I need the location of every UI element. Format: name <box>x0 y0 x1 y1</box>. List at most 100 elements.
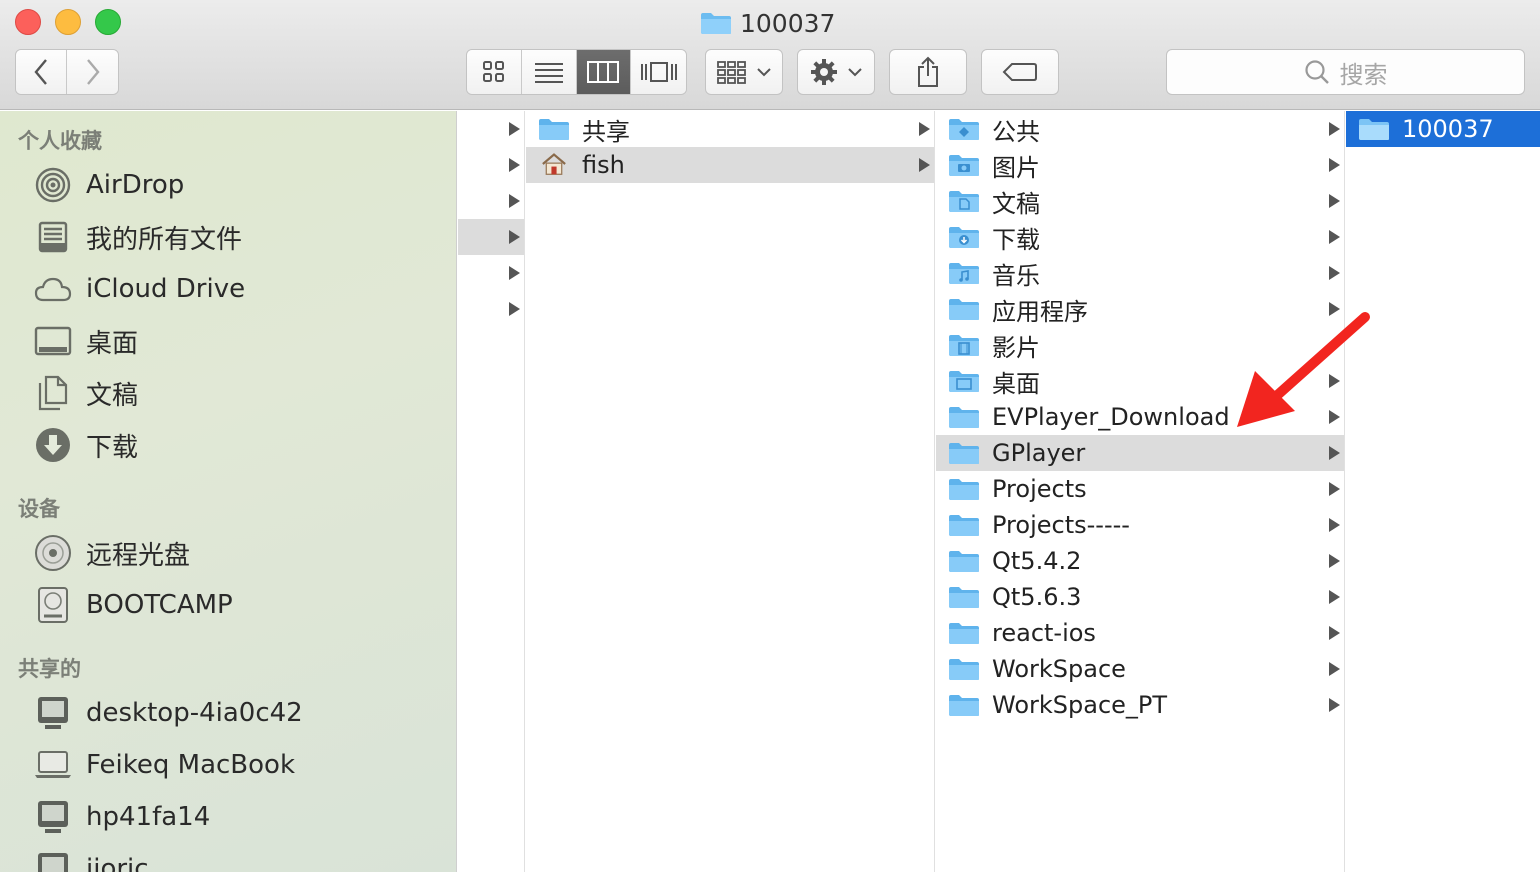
icon-view-button[interactable] <box>467 50 522 94</box>
list-item[interactable] <box>458 291 524 327</box>
list-item-documents[interactable]: 文稿 <box>936 183 1344 219</box>
item-label: Projects <box>992 475 1087 503</box>
list-item[interactable] <box>458 111 524 147</box>
search-placeholder: 搜索 <box>1339 60 1388 89</box>
sidebar-item-desktop[interactable]: 桌面 <box>34 317 138 365</box>
list-item-projects[interactable]: Projects <box>936 471 1344 507</box>
sidebar-item-documents[interactable]: 文稿 <box>34 369 138 417</box>
chevron-right-icon <box>86 59 100 85</box>
disclosure-arrow-icon <box>1329 662 1340 676</box>
desktop-folder-icon <box>949 371 979 392</box>
sidebar-item-bootcamp[interactable]: BOOTCAMP <box>34 581 233 629</box>
column-3: 公共 图片 文稿 下载 音乐 应用程序 影片 桌面 EVPlayer_Downl… <box>936 111 1345 872</box>
pc-icon <box>34 850 72 872</box>
column-2: 共享 fish <box>526 111 935 872</box>
sidebar-item-all-files[interactable]: 我的所有文件 <box>34 213 242 261</box>
disclosure-arrow-icon <box>509 266 520 280</box>
list-item-100037[interactable]: 100037 <box>1346 111 1540 147</box>
disclosure-arrow-icon <box>1329 122 1340 136</box>
close-button[interactable] <box>15 9 41 35</box>
desktop-icon <box>34 322 72 360</box>
item-label: WorkSpace_PT <box>992 691 1168 719</box>
sidebar-item-label: hp41fa14 <box>86 802 211 832</box>
all-files-icon <box>34 218 72 256</box>
zoom-button[interactable] <box>95 9 121 35</box>
disclosure-arrow-icon <box>919 158 930 172</box>
list-item-downloads[interactable]: 下载 <box>936 219 1344 255</box>
tags-button[interactable] <box>981 49 1059 95</box>
column-view-button[interactable] <box>576 50 632 94</box>
sidebar-item-airdrop[interactable]: AirDrop <box>34 161 184 209</box>
list-item-selected[interactable] <box>458 219 524 255</box>
folder-icon <box>1359 119 1389 140</box>
back-button[interactable] <box>16 50 67 94</box>
sidebar-item-label: 远程光盘 <box>86 540 191 571</box>
disclosure-arrow-icon <box>509 194 520 208</box>
laptop-icon <box>34 746 72 784</box>
item-label: 文稿 <box>992 189 1040 218</box>
item-label: EVPlayer_Download <box>992 403 1230 431</box>
sidebar-item-label: jioric <box>86 854 149 872</box>
folder-icon <box>701 13 731 34</box>
share-button[interactable] <box>889 49 967 95</box>
minimize-button[interactable] <box>55 9 81 35</box>
item-label: fish <box>582 151 625 179</box>
list-item-pictures[interactable]: 图片 <box>936 147 1344 183</box>
sidebar-item-feikeq-macbook[interactable]: Feikeq MacBook <box>34 741 295 789</box>
disclosure-arrow-icon <box>1329 590 1340 604</box>
sidebar-item-remote-disc[interactable]: 远程光盘 <box>34 529 190 577</box>
sidebar-item-label: BOOTCAMP <box>86 590 233 620</box>
sidebar-item-label: 我的所有文件 <box>86 224 243 255</box>
list-item-workspace[interactable]: WorkSpace <box>936 651 1344 687</box>
movies-folder-icon <box>949 335 979 356</box>
pc-icon <box>34 694 72 732</box>
columns-icon <box>587 61 620 83</box>
sidebar-item-desktop-4ia0c42[interactable]: desktop-4ia0c42 <box>34 689 303 737</box>
music-folder-icon <box>949 263 979 284</box>
folder-icon <box>949 659 979 680</box>
list-item-react-ios[interactable]: react-ios <box>936 615 1344 651</box>
tag-icon <box>1002 63 1037 81</box>
list-item[interactable] <box>458 255 524 291</box>
shared-header: 共享的 <box>18 657 81 681</box>
folder-icon <box>949 551 979 572</box>
sidebar-item-downloads[interactable]: 下载 <box>34 421 138 469</box>
list-item[interactable] <box>458 183 524 219</box>
folder-icon <box>949 623 979 644</box>
action-button[interactable] <box>797 49 875 95</box>
disc-icon <box>34 534 72 572</box>
list-item-projects-dashes[interactable]: Projects----- <box>936 507 1344 543</box>
grid-icon <box>482 61 504 82</box>
list-item-qt542[interactable]: Qt5.4.2 <box>936 543 1344 579</box>
list-item-qt563[interactable]: Qt5.6.3 <box>936 579 1344 615</box>
disclosure-arrow-icon <box>1329 230 1340 244</box>
list-item[interactable] <box>458 147 524 183</box>
sidebar-item-jioric[interactable]: jioric <box>34 845 149 872</box>
pc-icon <box>34 798 72 836</box>
arrange-button[interactable] <box>705 49 783 95</box>
forward-button[interactable] <box>67 50 118 94</box>
search-field[interactable]: 搜索 <box>1166 49 1525 95</box>
sidebar-item-label: desktop-4ia0c42 <box>86 698 303 728</box>
item-label: 应用程序 <box>992 297 1088 326</box>
list-item-fish[interactable]: fish <box>526 147 934 183</box>
list-item-workspace-pt[interactable]: WorkSpace_PT <box>936 687 1344 723</box>
sidebar: 个人收藏 AirDrop 我的所有文件 iCloud Drive 桌面 文稿 下… <box>0 111 457 872</box>
list-view-button[interactable] <box>521 50 577 94</box>
list-item-shared[interactable]: 共享 <box>526 111 934 147</box>
list-icon <box>534 63 563 83</box>
home-icon <box>542 153 566 175</box>
list-item-gplayer[interactable]: GPlayer <box>936 435 1344 471</box>
list-item-music[interactable]: 音乐 <box>936 255 1344 291</box>
column-1 <box>458 111 525 872</box>
folder-icon <box>949 695 979 716</box>
cover-flow-view-button[interactable] <box>631 50 686 94</box>
chevron-down-icon <box>848 68 862 77</box>
list-item-public[interactable]: 公共 <box>936 111 1344 147</box>
arrange-icon <box>717 61 746 84</box>
disclosure-arrow-icon <box>919 122 930 136</box>
sidebar-item-label: 下载 <box>86 432 139 463</box>
item-label: 下载 <box>992 225 1040 254</box>
sidebar-item-hp41fa14[interactable]: hp41fa14 <box>34 793 210 841</box>
sidebar-item-icloud[interactable]: iCloud Drive <box>34 265 245 313</box>
